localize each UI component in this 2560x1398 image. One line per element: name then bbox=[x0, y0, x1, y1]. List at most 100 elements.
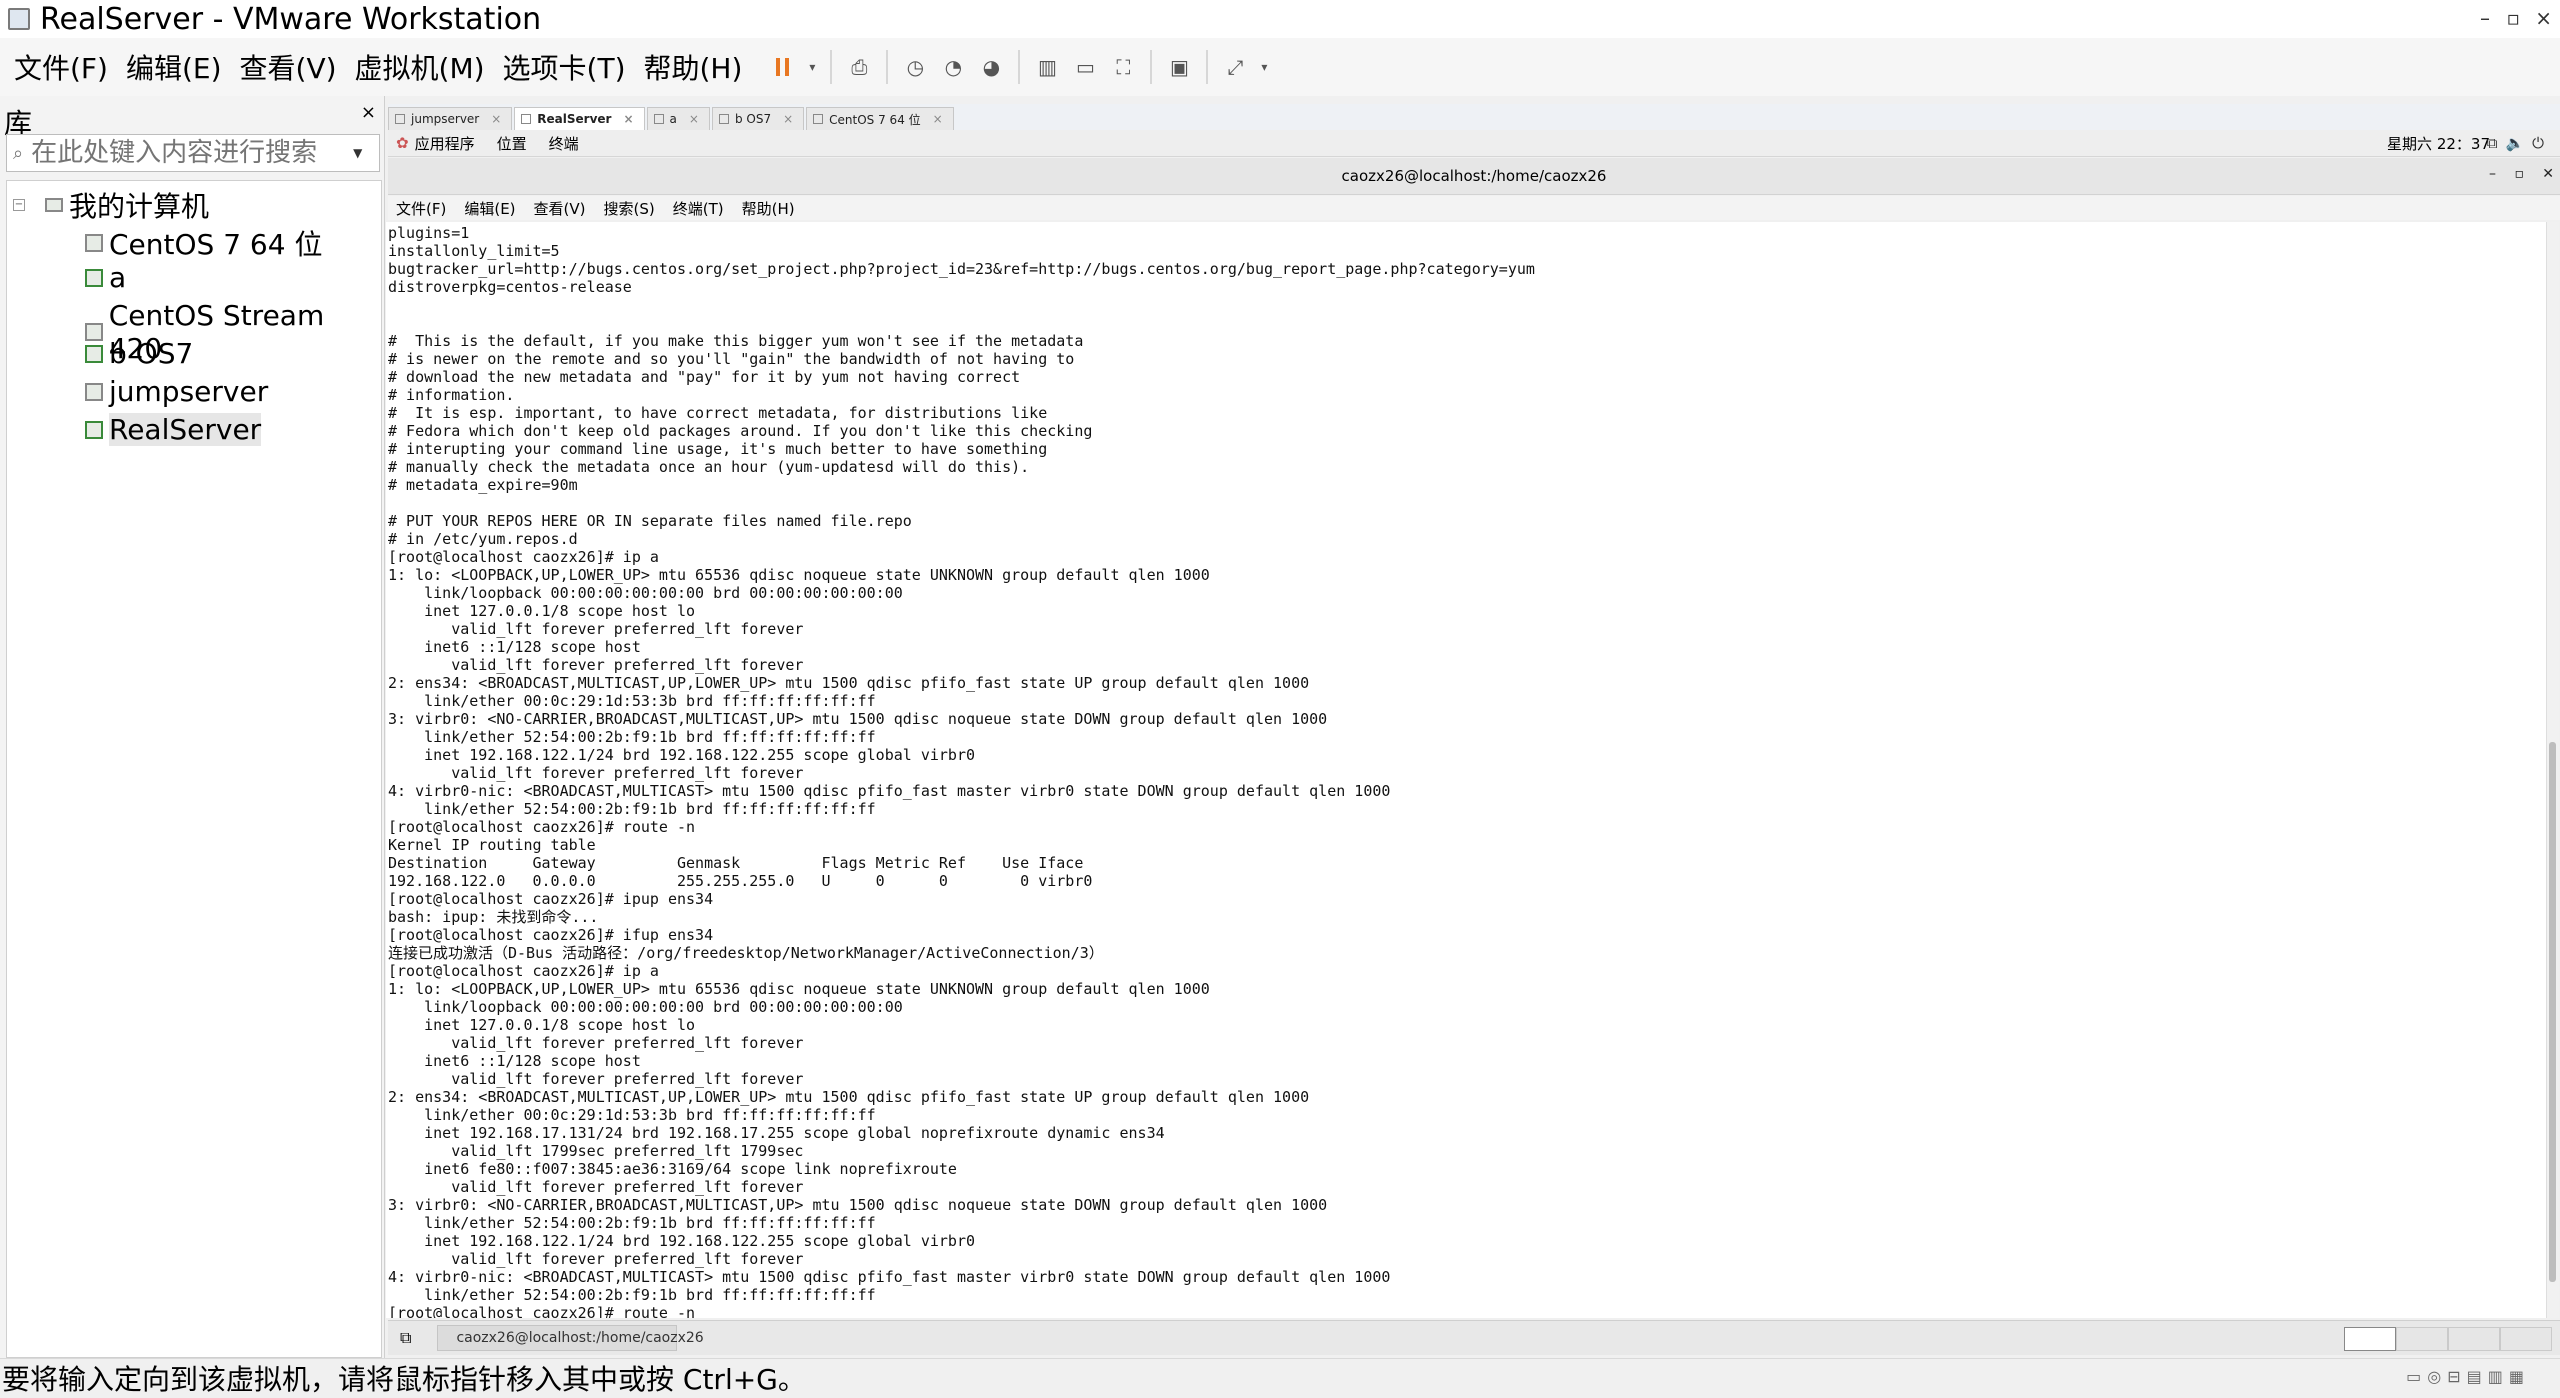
terminal-maximize-button[interactable]: ▫ bbox=[2515, 166, 2525, 182]
terminal-text: plugins=1 installonly_limit=5 bugtracker… bbox=[388, 224, 1535, 1318]
terminal-close-button[interactable]: ✕ bbox=[2542, 166, 2554, 182]
guest-top-bar: ✿ 应用程序 位置 终端 星期六 22：37 ⧉🔈⏻ bbox=[388, 130, 2560, 157]
vm-running-icon bbox=[85, 344, 103, 363]
show-library-icon[interactable]: ▥ bbox=[1032, 52, 1062, 82]
terminal-menu-view[interactable]: 查看(V) bbox=[534, 198, 586, 219]
menu-view[interactable]: 查看(V) bbox=[240, 47, 337, 87]
restore-button[interactable]: ▫ bbox=[2506, 6, 2520, 30]
menu-vm[interactable]: 虚拟机(M) bbox=[355, 47, 485, 87]
tab-realserver[interactable]: RealServer × bbox=[514, 107, 645, 130]
pause-dropdown-icon[interactable]: ▾ bbox=[806, 52, 818, 82]
terminal-menu-terminal[interactable]: 终端(T) bbox=[673, 198, 724, 219]
snapshot-icon[interactable]: ◷ bbox=[900, 52, 930, 82]
tree-item-vm[interactable]: jumpserver bbox=[85, 375, 268, 408]
vm-running-icon bbox=[718, 114, 729, 124]
show-desktop-icon[interactable]: ⧉ bbox=[400, 1328, 411, 1348]
menu-tabs[interactable]: 选项卡(T) bbox=[503, 47, 626, 87]
vm-running-icon bbox=[653, 114, 664, 124]
toolbar-divider bbox=[1206, 50, 1209, 84]
vm-running-icon bbox=[521, 114, 532, 124]
tree-item-vm-selected[interactable]: RealServer bbox=[85, 413, 262, 446]
vm-icon bbox=[85, 234, 103, 252]
guest-clock[interactable]: 星期六 22：37 bbox=[2387, 133, 2490, 154]
tab-close-icon[interactable]: × bbox=[491, 112, 501, 126]
tree-item-vm[interactable]: a bbox=[85, 261, 126, 294]
fullscreen-icon[interactable]: ⤢ bbox=[1220, 52, 1250, 82]
thumbnail-bar-icon[interactable]: ▭ bbox=[1070, 52, 1100, 82]
terminal-menu-help[interactable]: 帮助(H) bbox=[742, 198, 795, 219]
device-status-icons[interactable]: ▭◎⊟▤▥▦ bbox=[2406, 1367, 2530, 1386]
computer-icon bbox=[45, 198, 63, 212]
collapse-icon[interactable]: − bbox=[13, 199, 25, 211]
window-title: RealServer - VMware Workstation bbox=[40, 1, 542, 37]
tab-close-icon[interactable]: × bbox=[783, 112, 793, 126]
console-view-icon[interactable]: ▣ bbox=[1164, 52, 1194, 82]
gnome-applications-menu[interactable]: 应用程序 bbox=[415, 133, 475, 154]
vmware-icon bbox=[8, 8, 30, 30]
send-keys-icon[interactable]: ⎙ bbox=[844, 52, 874, 82]
menu-help[interactable]: 帮助(H) bbox=[644, 47, 743, 87]
tab-b-os7[interactable]: b OS7 × bbox=[711, 107, 805, 130]
search-icon: ⌕ bbox=[13, 142, 24, 164]
statusbar: 要将输入定向到该虚拟机，请将鼠标指针移入其中或按 Ctrl+G。 ▭◎⊟▤▥▦ bbox=[0, 1358, 2560, 1397]
library-search: ⌕ ▼ bbox=[6, 134, 380, 172]
minimize-button[interactable]: – bbox=[2480, 6, 2490, 30]
gnome-foot-icon: ✿ bbox=[396, 134, 409, 152]
tab-a[interactable]: a × bbox=[646, 107, 710, 130]
terminal-scroll-thumb[interactable] bbox=[2549, 742, 2556, 1282]
pause-icon[interactable] bbox=[768, 52, 798, 82]
tab-jumpserver[interactable]: jumpserver × bbox=[388, 107, 513, 130]
tree-root-my-computer[interactable]: 我的计算机 bbox=[45, 185, 209, 225]
vm-running-icon bbox=[85, 420, 103, 439]
terminal-scrollbar[interactable] bbox=[2546, 222, 2559, 1318]
terminal-title: caozx26@localhost:/home/caozx26 bbox=[1341, 167, 1607, 185]
workspace-4[interactable] bbox=[2500, 1327, 2552, 1351]
tree-item-vm[interactable]: CentOS 7 64 位 bbox=[85, 223, 322, 263]
library-pane: 库 × ⌕ ▼ − 我的计算机 CentOS 7 64 位 a CentOS S… bbox=[0, 96, 385, 1358]
vm-running-icon bbox=[85, 268, 103, 287]
status-text: 要将输入定向到该虚拟机，请将鼠标指针移入其中或按 Ctrl+G。 bbox=[2, 1363, 806, 1396]
library-close-icon[interactable]: × bbox=[361, 102, 376, 123]
terminal-menu-file[interactable]: 文件(F) bbox=[396, 198, 446, 219]
tab-close-icon[interactable]: × bbox=[933, 112, 943, 126]
revert-snapshot-icon[interactable]: ◔ bbox=[938, 52, 968, 82]
vm-icon bbox=[85, 382, 103, 401]
snapshot-manager-icon[interactable]: ◕ bbox=[976, 52, 1006, 82]
fullscreen-dropdown-icon[interactable]: ▾ bbox=[1258, 52, 1270, 82]
guest-taskbar: ⧉ caozx26@localhost:/home/caozx26 bbox=[388, 1320, 2560, 1355]
gnome-terminal-menu[interactable]: 终端 bbox=[549, 133, 579, 154]
tab-close-icon[interactable]: × bbox=[689, 112, 699, 126]
terminal-menu-search[interactable]: 搜索(S) bbox=[604, 198, 655, 219]
menu-edit[interactable]: 编辑(E) bbox=[126, 47, 222, 87]
terminal-menu-edit[interactable]: 编辑(E) bbox=[464, 198, 515, 219]
taskbar-terminal-item[interactable]: caozx26@localhost:/home/caozx26 bbox=[437, 1325, 704, 1351]
terminal-output[interactable]: plugins=1 installonly_limit=5 bugtracker… bbox=[386, 222, 2546, 1318]
gnome-places-menu[interactable]: 位置 bbox=[497, 133, 527, 154]
menubar: 文件(F) 编辑(E) 查看(V) 虚拟机(M) 选项卡(T) 帮助(H) ▾ … bbox=[0, 38, 2560, 96]
window-titlebar: RealServer - VMware Workstation – ▫ × bbox=[0, 0, 2560, 38]
fit-guest-icon[interactable]: ⛶ bbox=[1108, 52, 1138, 82]
terminal-minimize-button[interactable]: – bbox=[2489, 166, 2496, 182]
vm-icon bbox=[813, 114, 824, 124]
library-tree: − 我的计算机 CentOS 7 64 位 a CentOS Stream 42… bbox=[6, 180, 382, 1358]
library-search-input[interactable] bbox=[29, 137, 354, 169]
workspace-2[interactable] bbox=[2396, 1327, 2448, 1351]
toolbar-divider bbox=[886, 50, 889, 84]
search-dropdown-icon[interactable]: ▼ bbox=[353, 146, 362, 160]
toolbar-divider bbox=[1018, 50, 1021, 84]
close-button[interactable]: × bbox=[2535, 6, 2552, 30]
toolbar-divider bbox=[830, 50, 833, 84]
terminal-titlebar: caozx26@localhost:/home/caozx26 – ▫ ✕ bbox=[388, 158, 2560, 195]
terminal-menubar: 文件(F) 编辑(E) 查看(V) 搜索(S) 终端(T) 帮助(H) bbox=[388, 196, 2560, 220]
workspace-1[interactable] bbox=[2344, 1327, 2396, 1351]
tab-close-icon[interactable]: × bbox=[623, 112, 633, 126]
system-tray-icons[interactable]: ⧉🔈⏻ bbox=[2487, 134, 2552, 152]
workspace-3[interactable] bbox=[2448, 1327, 2500, 1351]
tab-centos7[interactable]: CentOS 7 64 位 × bbox=[806, 107, 954, 130]
vm-tab-strip: jumpserver × RealServer × a × b OS7 × CentOS… bbox=[388, 104, 2560, 130]
tree-item-vm[interactable]: b OS7 bbox=[85, 337, 193, 370]
menu-file[interactable]: 文件(F) bbox=[14, 47, 108, 87]
toolbar: ▾ ⎙ ◷ ◔ ◕ ▥ ▭ ⛶ ▣ ⤢ ▾ bbox=[764, 47, 1274, 87]
vm-icon bbox=[395, 114, 405, 124]
toolbar-divider bbox=[1150, 50, 1153, 84]
